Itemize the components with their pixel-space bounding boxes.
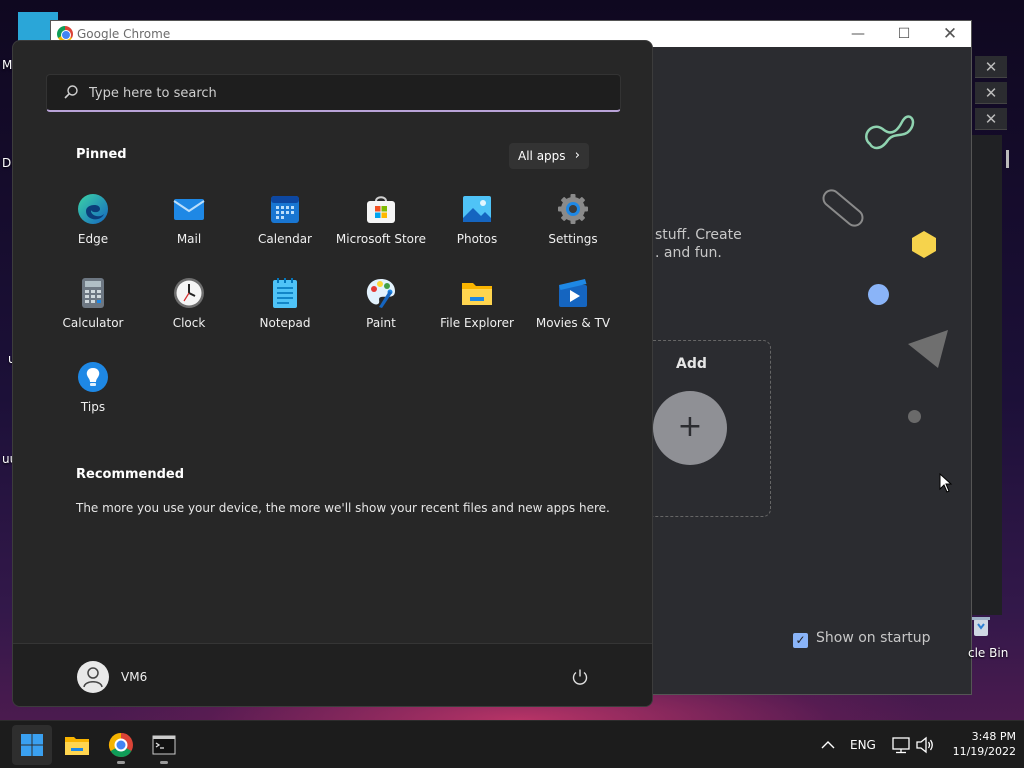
decor-circle-blue: [868, 284, 889, 305]
app-label: Notepad: [259, 316, 311, 330]
movies-icon: [559, 279, 587, 307]
app-label: Tips: [80, 400, 106, 414]
side-panel-close-icon-3[interactable]: ✕: [975, 108, 1007, 130]
edge-icon: [78, 194, 108, 224]
app-label: Calendar: [258, 232, 312, 246]
close-button[interactable]: ✕: [927, 21, 973, 47]
running-indicator: [160, 761, 168, 764]
chrome-window-title: Google Chrome: [77, 27, 171, 41]
chevron-right-icon: ›: [574, 148, 580, 163]
pinned-app-mail[interactable]: Mail: [141, 183, 237, 263]
tips-icon: [78, 362, 108, 392]
pinned-app-file-explorer[interactable]: File Explorer: [429, 267, 525, 347]
user-bar: VM6: [13, 643, 652, 706]
start-menu[interactable]: Pinned All apps › Edge Mail Calendar: [12, 40, 653, 707]
clock-icon: [174, 278, 204, 308]
scrollbar-thumb[interactable]: [1006, 150, 1009, 168]
search-icon: [64, 85, 78, 99]
side-panel-close-icon-1[interactable]: ✕: [975, 56, 1007, 78]
pinned-app-clock[interactable]: Clock: [141, 267, 237, 347]
pinned-title: Pinned: [76, 147, 127, 162]
app-label: Calculator: [62, 316, 124, 330]
clock-date: 11/19/2022: [952, 745, 1016, 758]
search-box[interactable]: [46, 74, 621, 112]
calculator-icon: [82, 278, 104, 308]
recycle-bin-icon[interactable]: [971, 615, 991, 637]
chrome-icon: [108, 733, 133, 758]
user-name[interactable]: VM6: [121, 670, 147, 684]
pinned-app-movies-tv[interactable]: Movies & TV: [525, 267, 621, 347]
app-label: Microsoft Store: [335, 232, 427, 246]
app-label: Edge: [77, 232, 109, 246]
taskbar-file-explorer-button[interactable]: [57, 725, 97, 765]
pinned-app-notepad[interactable]: Notepad: [237, 267, 333, 347]
user-icon: [83, 667, 103, 688]
minimize-button[interactable]: —: [835, 21, 881, 47]
mouse-cursor-icon: [939, 473, 953, 493]
running-indicator: [117, 761, 125, 764]
decor-triangle-shape: [908, 330, 948, 368]
show-on-startup-row[interactable]: ✓ Show on startup: [793, 630, 930, 648]
pinned-app-calendar[interactable]: Calendar: [237, 183, 333, 263]
chrome-background-text-2: . and fun.: [655, 245, 722, 261]
recommended-text: The more you use your device, the more w…: [76, 501, 610, 515]
chevron-up-icon[interactable]: [820, 738, 836, 752]
maximize-button[interactable]: ☐: [881, 21, 927, 47]
pinned-app-photos[interactable]: Photos: [429, 183, 525, 263]
taskbar-terminal-button[interactable]: [144, 725, 184, 765]
mail-icon: [173, 199, 205, 220]
pinned-app-settings[interactable]: Settings: [525, 183, 621, 263]
taskbar-chrome-button[interactable]: [101, 725, 141, 765]
taskbar: ENG 3:48 PM 11/19/2022: [0, 720, 1024, 768]
app-label: Movies & TV: [535, 316, 611, 330]
decor-circle-gray: [908, 410, 921, 423]
search-input[interactable]: [89, 82, 589, 104]
clock-time: 3:48 PM: [971, 730, 1016, 743]
decor-pill-shape: [822, 189, 864, 227]
all-apps-button[interactable]: All apps ›: [509, 143, 589, 169]
pinned-app-tips[interactable]: Tips: [45, 351, 141, 431]
start-button[interactable]: [12, 725, 52, 765]
decor-link-shape: [865, 115, 915, 150]
chrome-background-text-1: stuff. Create: [655, 227, 742, 243]
folder-icon: [65, 737, 89, 755]
recycle-bin-label[interactable]: cle Bin: [968, 646, 1008, 660]
pinned-app-edge[interactable]: Edge: [45, 183, 141, 263]
app-label: Paint: [366, 316, 396, 330]
all-apps-label: All apps: [518, 149, 566, 163]
app-label: Settings: [548, 232, 598, 246]
photos-icon: [463, 196, 491, 222]
add-shortcut-label: Add: [676, 356, 707, 372]
volume-icon[interactable]: [915, 736, 935, 754]
power-icon[interactable]: [571, 668, 589, 686]
terminal-icon: [152, 735, 176, 755]
add-shortcut-button[interactable]: +: [653, 391, 727, 465]
pinned-app-calculator[interactable]: Calculator: [45, 267, 141, 347]
desktop-label-1[interactable]: M: [2, 58, 12, 72]
app-label: Clock: [172, 316, 206, 330]
network-icon[interactable]: [891, 736, 911, 754]
folder-icon: [462, 283, 492, 305]
pinned-app-microsoft-store[interactable]: Microsoft Store: [333, 183, 429, 263]
windows-logo-icon: [21, 734, 43, 756]
show-on-startup-checkbox[interactable]: ✓: [793, 633, 808, 648]
language-indicator[interactable]: ENG: [850, 721, 876, 768]
app-label: Mail: [176, 232, 202, 246]
settings-icon: [558, 194, 588, 224]
app-label: Photos: [456, 232, 498, 246]
avatar[interactable]: [77, 661, 109, 693]
calendar-icon: [271, 196, 299, 223]
background-window-strip: [972, 135, 1002, 615]
decor-hexagon-shape: [912, 231, 936, 258]
app-label: File Explorer: [440, 316, 514, 330]
notepad-icon: [273, 278, 297, 308]
paint-icon: [366, 279, 395, 308]
recommended-title: Recommended: [76, 467, 185, 482]
show-on-startup-label: Show on startup: [816, 630, 931, 646]
store-icon: [367, 196, 395, 223]
taskbar-clock[interactable]: 3:48 PM 11/19/2022: [940, 729, 1016, 759]
side-panel-close-icon-2[interactable]: ✕: [975, 82, 1007, 104]
pinned-app-paint[interactable]: Paint: [333, 267, 429, 347]
